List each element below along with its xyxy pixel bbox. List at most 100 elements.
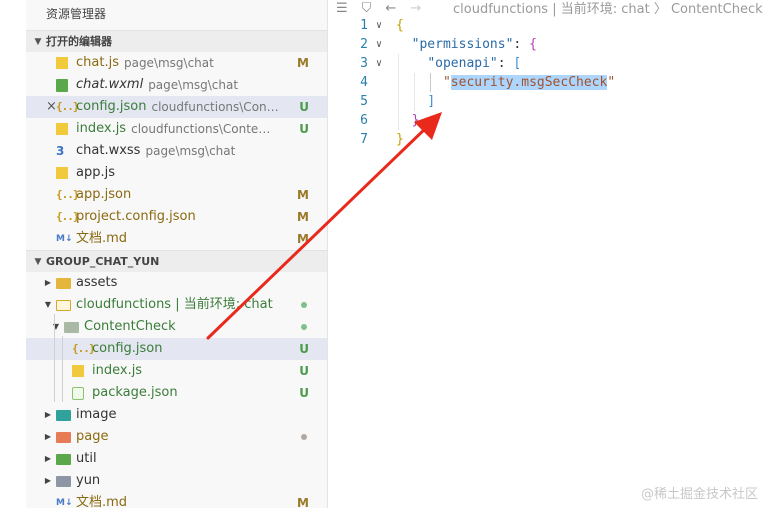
open-folder-icon bbox=[56, 299, 71, 311]
file-name: chat.js bbox=[76, 55, 119, 70]
css-file-icon: 3 bbox=[56, 144, 65, 158]
open-editors-label: 打开的编辑器 bbox=[46, 34, 112, 48]
watermark: @稀土掘金技术社区 bbox=[640, 487, 758, 502]
open-editors-header[interactable]: ▼ 打开的编辑器 bbox=[26, 30, 327, 52]
file-path: page\msg\chat bbox=[145, 144, 236, 158]
open-editor-app-json[interactable]: {..} app.json M bbox=[26, 184, 327, 206]
folder-name: util bbox=[76, 451, 97, 466]
tree-folder-util[interactable]: ▶ util bbox=[26, 448, 327, 470]
fold-icon[interactable]: ∨ bbox=[376, 54, 382, 73]
bracket: ] bbox=[427, 94, 436, 109]
js-file-icon bbox=[56, 57, 68, 69]
explorer-title: 资源管理器 bbox=[46, 7, 107, 21]
folder-name: image bbox=[76, 407, 117, 422]
open-editor-chat-wxml[interactable]: chat.wxml page\msg\chat bbox=[26, 74, 327, 96]
folder-name: assets bbox=[76, 275, 118, 290]
line-number: 2 bbox=[360, 37, 368, 52]
line-number: 5 bbox=[360, 94, 368, 109]
line-number: 6 bbox=[360, 113, 368, 128]
selected-string: security.msgSecCheck bbox=[450, 75, 608, 90]
chevron-right-icon: ▶ bbox=[44, 410, 52, 419]
workspace-header[interactable]: ▼ GROUP_CHAT_YUN bbox=[26, 250, 327, 272]
list-icon[interactable]: ☰ bbox=[336, 1, 348, 16]
markdown-file-icon: M↓ bbox=[56, 498, 73, 508]
punctuation: : bbox=[513, 37, 530, 52]
breadcrumb[interactable]: cloudfunctions | 当前环境: chat 〉 ContentChe… bbox=[453, 0, 766, 17]
tree-folder-contentcheck[interactable]: ▼ ContentCheck bbox=[26, 316, 327, 338]
git-status-dot bbox=[301, 434, 307, 440]
file-name: chat.wxml bbox=[76, 77, 144, 92]
open-editor-chat-wxss[interactable]: 3 chat.wxss page\msg\chat bbox=[26, 140, 327, 162]
forward-arrow-icon[interactable]: → bbox=[410, 1, 421, 16]
open-folder-icon bbox=[64, 321, 79, 333]
chevron-right-icon: ▶ bbox=[44, 278, 52, 287]
file-name: chat.wxss bbox=[76, 143, 141, 158]
chevron-down-icon: ▼ bbox=[34, 256, 42, 267]
json-key: "openapi" bbox=[427, 56, 498, 71]
git-status-badge: M bbox=[297, 496, 309, 508]
git-status-badge: U bbox=[299, 122, 309, 136]
editor-indent-guide bbox=[414, 73, 415, 111]
util-folder-icon bbox=[56, 453, 71, 465]
open-editor-app-js[interactable]: app.js bbox=[26, 162, 327, 184]
git-status-badge: U bbox=[299, 342, 309, 356]
string-quote: " bbox=[607, 75, 616, 90]
punctuation: : bbox=[497, 56, 514, 71]
line-number: 4 bbox=[360, 75, 368, 90]
tree-file-doc-md[interactable]: M↓ 文档.md M bbox=[26, 492, 327, 508]
file-name: project.config.json bbox=[76, 209, 196, 224]
bookmark-icon[interactable]: ⛉ bbox=[362, 1, 372, 16]
chevron-right-icon: ▶ bbox=[44, 454, 52, 463]
open-editor-chat-js[interactable]: chat.js page\msg\chat M bbox=[26, 52, 327, 74]
brace: { bbox=[529, 37, 537, 52]
open-editor-doc-md[interactable]: M↓ 文档.md M bbox=[26, 228, 327, 250]
close-icon[interactable]: × bbox=[46, 96, 57, 118]
tree-file-index-js[interactable]: index.js U bbox=[26, 360, 327, 382]
code-editor[interactable]: ☰ ⛉ ← → cloudfunctions | 当前环境: chat 〉 Co… bbox=[328, 0, 766, 508]
tree-file-config-json[interactable]: {..} config.json U bbox=[26, 338, 327, 360]
back-arrow-icon[interactable]: ← bbox=[385, 1, 396, 16]
tree-folder-assets[interactable]: ▶ assets bbox=[26, 272, 327, 294]
git-status-badge: M bbox=[297, 56, 309, 70]
fold-icon[interactable]: ∨ bbox=[376, 35, 382, 54]
string-quote: " bbox=[442, 75, 451, 90]
line-number: 7 bbox=[360, 132, 368, 147]
file-name: index.js bbox=[92, 363, 143, 378]
tree-folder-image[interactable]: ▶ image bbox=[26, 404, 327, 426]
tree-folder-page[interactable]: ▶ page bbox=[26, 426, 327, 448]
file-name: 文档.md bbox=[76, 495, 128, 508]
git-status-dot bbox=[301, 324, 307, 330]
activity-bar bbox=[0, 0, 26, 508]
git-status-badge: U bbox=[299, 364, 309, 378]
file-name: index.js bbox=[76, 121, 127, 136]
tree-file-package-json[interactable]: package.json U bbox=[26, 382, 327, 404]
editor-indent-guide bbox=[398, 54, 399, 130]
file-name: 文档.md bbox=[76, 231, 128, 246]
file-name: config.json bbox=[92, 341, 163, 356]
git-status-badge: M bbox=[297, 188, 309, 202]
git-status-badge: M bbox=[297, 232, 309, 246]
file-name: app.js bbox=[76, 165, 115, 180]
bracket: [ bbox=[513, 56, 522, 71]
folder-icon bbox=[56, 475, 71, 487]
line-number: 3 bbox=[360, 56, 368, 71]
page-folder-icon bbox=[56, 431, 71, 443]
workspace-label: GROUP_CHAT_YUN bbox=[46, 254, 160, 268]
brace: { bbox=[396, 18, 404, 33]
file-name: app.json bbox=[76, 187, 132, 202]
chevron-down-icon: ▼ bbox=[44, 300, 52, 309]
fold-icon[interactable]: ∨ bbox=[376, 16, 382, 35]
file-path: page\msg\chat bbox=[148, 78, 239, 92]
open-editor-config-json[interactable]: × {..} config.json cloudfunctions\Conte.… bbox=[26, 96, 327, 118]
editor-indent-guide bbox=[430, 73, 431, 92]
tree-folder-cloudfunctions[interactable]: ▼ cloudfunctions | 当前环境: chat bbox=[26, 294, 327, 316]
folder-icon bbox=[56, 277, 71, 289]
image-folder-icon bbox=[56, 409, 71, 421]
tree-folder-yun[interactable]: ▶ yun bbox=[26, 470, 327, 492]
open-editor-project-config-json[interactable]: {..} project.config.json M bbox=[26, 206, 327, 228]
indent-guide bbox=[62, 336, 63, 402]
brace: } bbox=[396, 132, 404, 147]
git-status-badge: M bbox=[297, 210, 309, 224]
folder-name: ContentCheck bbox=[84, 319, 176, 334]
open-editor-index-js[interactable]: index.js cloudfunctions\ContentCh... U bbox=[26, 118, 327, 140]
